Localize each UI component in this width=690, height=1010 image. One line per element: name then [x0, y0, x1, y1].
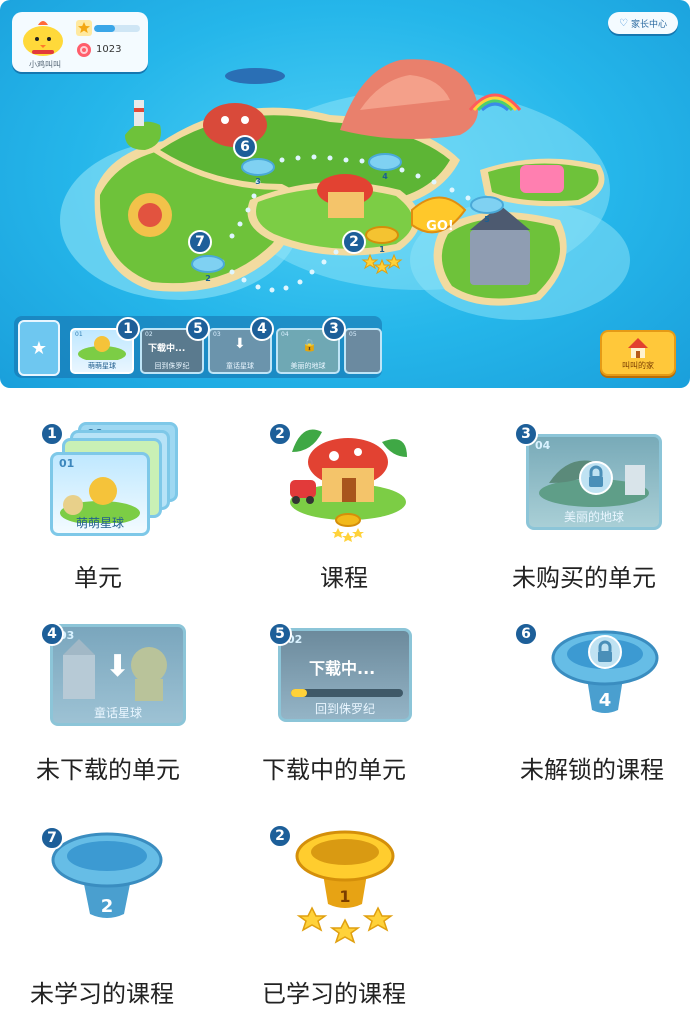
callout-badge: 4 [250, 317, 274, 341]
unit-name: 美丽的地球 [290, 362, 326, 370]
callout-badge: 5 [186, 317, 210, 341]
callout-badge: 7 [188, 230, 212, 254]
heart-icon: ♡ [619, 17, 628, 29]
callout-badge: 6 [233, 135, 257, 159]
nickname: 小鸡叫叫 [29, 60, 61, 69]
legend-badge: 1 [40, 422, 64, 446]
callout-badge: 2 [342, 230, 366, 254]
coin-count: 1023 [96, 44, 122, 55]
home-label: 叫叫的家 [622, 361, 654, 370]
go-label: GO! [426, 219, 454, 234]
unit-name: 童话星球 [226, 362, 254, 370]
legend-badge: 6 [514, 622, 538, 646]
unit-card-5[interactable]: 05 [344, 328, 382, 374]
unpurchased-unit-card: 04 美丽的地球 [526, 434, 662, 530]
legend-badge: 3 [514, 422, 538, 446]
legend-badge: 4 [40, 622, 64, 646]
pad-number: 3 [255, 177, 261, 186]
unit-number: 03 [213, 331, 221, 338]
course-house-icon [290, 429, 407, 542]
chick-avatar [23, 21, 63, 56]
pad-number: 4 [382, 172, 388, 181]
legend-label: 单元 [74, 564, 122, 592]
download-progress [291, 689, 403, 697]
parent-center-button[interactable]: ♡ 家长中心 [608, 12, 678, 34]
pad-number: 1 [379, 245, 385, 254]
unstudied-course-pad: 2 [51, 832, 163, 918]
legend-label: 已学习的课程 [262, 980, 406, 1008]
legend-badge: 2 [268, 422, 292, 446]
download-icon: ⬇ [105, 649, 131, 684]
download-icon: ⬇ [234, 336, 246, 352]
lock-icon [579, 461, 613, 495]
unit-name: 萌萌星球 [75, 516, 124, 530]
star-icon [76, 20, 92, 36]
lock-icon: 🔒 [302, 338, 317, 352]
legend-label: 下载中的单元 [262, 756, 406, 784]
legend-label: 未购买的单元 [512, 564, 656, 592]
level-progress [94, 25, 140, 32]
unit-number: 01 [75, 331, 83, 338]
course-map: 3 4 5 2 1 GO! 6 2 7 小鸡叫叫 1023 ♡ 家长中心 叫叫的… [0, 0, 690, 388]
studied-course-pad: 1 [295, 830, 395, 944]
legend-badge: 2 [268, 824, 292, 848]
locked-course-pad: 4 [551, 630, 659, 713]
legend-label: 未解锁的课程 [520, 756, 664, 784]
pad-number: 5 [484, 215, 490, 224]
pad-number: 4 [599, 690, 612, 711]
profile-card[interactable]: 小鸡叫叫 1023 [12, 12, 148, 72]
legend-badge: 5 [268, 622, 292, 646]
pad-number: 2 [205, 274, 211, 283]
legend-label: 课程 [320, 564, 368, 592]
downloading-unit-card: 02 下载中... 回到侏罗纪 [278, 628, 412, 722]
unit-name: 萌萌星球 [88, 362, 116, 370]
legend-unit: 06 01 萌萌星球 [50, 420, 180, 538]
callout-badge: 1 [116, 317, 140, 341]
callout-badge: 3 [322, 317, 346, 341]
unit-number: 02 [145, 331, 153, 338]
legend-label: 未下载的单元 [36, 756, 180, 784]
unit-card: 01 萌萌星球 [50, 452, 150, 536]
not-downloaded-unit-card: 03 ⬇ 童话星球 [50, 624, 186, 726]
lollipop-icon [77, 43, 91, 57]
house-icon [628, 338, 648, 358]
download-status: 下载中... [309, 659, 376, 678]
unit-name: 回到侏罗纪 [154, 362, 190, 370]
home-button[interactable]: 叫叫的家 [600, 330, 676, 376]
unit-number: 05 [349, 331, 357, 338]
star-icon: ★ [30, 337, 48, 359]
download-status: 下载中... [148, 344, 186, 354]
pad-number: 2 [101, 896, 114, 917]
legend-badge: 7 [40, 826, 64, 850]
unit-number: 04 [281, 331, 289, 338]
favorites-tab[interactable]: ★ [18, 320, 60, 376]
pad-number: 1 [339, 887, 350, 906]
unit-name: 童话星球 [93, 706, 142, 720]
parent-center-label: 家长中心 [630, 19, 667, 30]
legend-label: 未学习的课程 [30, 980, 174, 1008]
unit-name: 回到侏罗纪 [314, 702, 375, 716]
unit-name: 美丽的地球 [563, 510, 624, 524]
